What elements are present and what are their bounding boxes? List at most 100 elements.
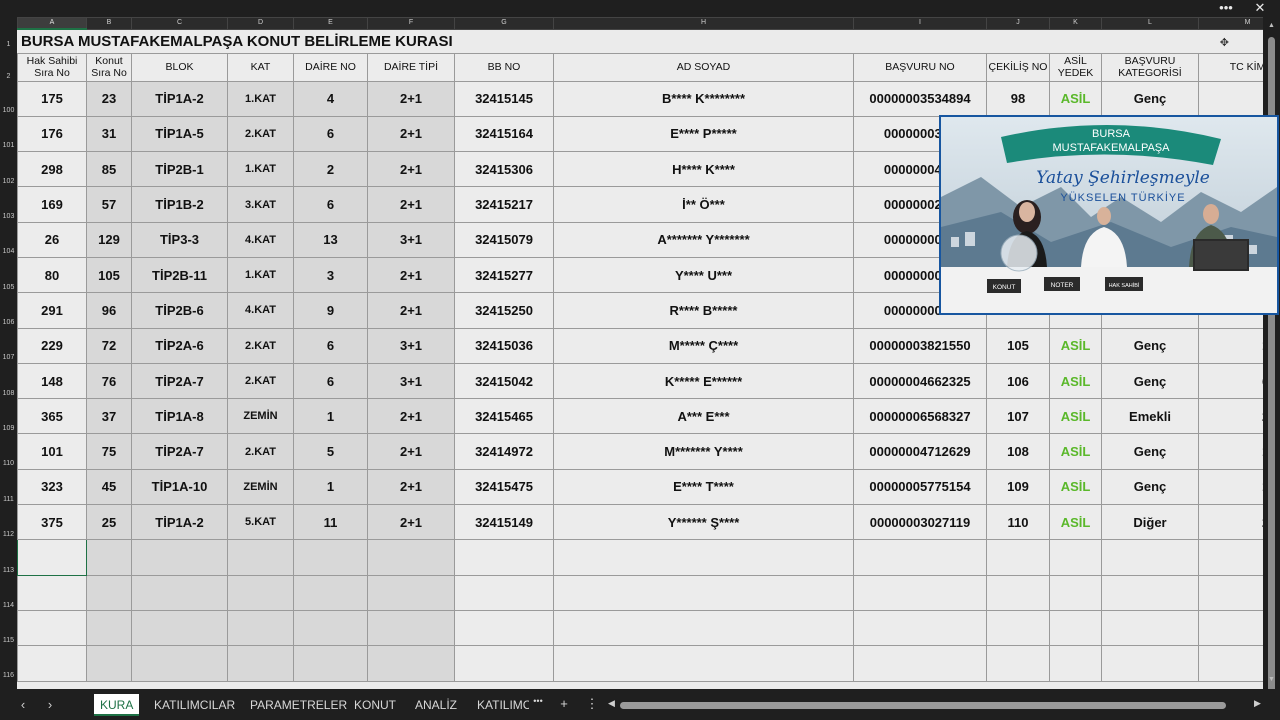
empty-cell[interactable] — [553, 645, 854, 682]
table-cell[interactable]: M******* Y**** — [553, 433, 854, 470]
empty-cell[interactable] — [131, 645, 228, 682]
table-header-cell[interactable]: BB NO — [454, 52, 554, 82]
table-cell[interactable]: 3+1 — [367, 221, 455, 258]
empty-cell[interactable] — [17, 609, 87, 647]
table-cell[interactable]: 2994* — [1198, 504, 1263, 541]
table-cell[interactable]: 00000003534894 — [853, 80, 987, 117]
table-cell[interactable]: Genç — [1101, 468, 1199, 506]
table-cell[interactable]: 3.KAT — [227, 186, 294, 223]
table-cell[interactable]: TİP1A-8 — [131, 398, 228, 435]
table-cell[interactable]: 32414972 — [454, 433, 554, 470]
row-number[interactable]: 107 — [0, 354, 17, 361]
column-header[interactable]: H — [553, 17, 854, 30]
table-header-cell[interactable]: DAİRE NO — [293, 52, 368, 82]
row-number[interactable]: 2 — [0, 73, 17, 80]
table-cell[interactable]: 1.KAT — [227, 256, 294, 294]
table-cell[interactable]: 3 — [293, 256, 368, 294]
table-cell[interactable]: 32415036 — [454, 327, 554, 364]
table-cell[interactable]: 2+1 — [367, 504, 455, 541]
table-cell[interactable]: TİP2A-6 — [131, 327, 228, 364]
table-cell[interactable]: 31 — [86, 115, 132, 153]
empty-cell[interactable] — [1049, 609, 1102, 647]
table-cell[interactable]: 2+1 — [367, 468, 455, 506]
column-header[interactable]: I — [853, 17, 987, 30]
table-cell[interactable]: 23 — [86, 80, 132, 117]
table-cell[interactable]: 2.KAT — [227, 433, 294, 470]
table-cell[interactable]: 32415079 — [454, 221, 554, 258]
row-number[interactable]: 106 — [0, 319, 17, 326]
table-cell[interactable]: 2+1 — [367, 292, 455, 329]
table-cell[interactable]: 2+1 — [367, 256, 455, 294]
table-header-cell[interactable]: DAİRE TİPİ — [367, 52, 455, 82]
table-cell[interactable]: 32415277 — [454, 256, 554, 294]
horizontal-scrollbar[interactable]: ◀ ▶ — [608, 698, 1261, 709]
table-cell[interactable]: 32415306 — [454, 151, 554, 188]
table-cell[interactable]: 2+1 — [367, 186, 455, 223]
empty-cell[interactable] — [367, 574, 455, 611]
tab-konut[interactable]: KONUT — [348, 694, 402, 716]
row-number[interactable]: 115 — [0, 637, 17, 644]
empty-cell[interactable] — [454, 609, 554, 647]
empty-cell[interactable] — [1049, 645, 1102, 682]
table-cell[interactable]: TİP1B-2 — [131, 186, 228, 223]
column-header[interactable]: J — [986, 17, 1050, 30]
empty-cell[interactable] — [986, 609, 1050, 647]
scroll-left-icon[interactable]: ◀ — [608, 698, 615, 709]
table-cell[interactable]: Genç — [1101, 433, 1199, 470]
row-number[interactable]: 114 — [0, 602, 17, 609]
table-cell[interactable]: H**** K**** — [553, 151, 854, 188]
empty-cell[interactable] — [17, 574, 87, 611]
table-cell[interactable]: 1458* — [1198, 433, 1263, 470]
table-cell[interactable]: 129 — [86, 221, 132, 258]
table-cell[interactable]: ASİL — [1049, 398, 1102, 435]
column-header[interactable]: K — [1049, 17, 1102, 30]
row-number[interactable]: 111 — [0, 496, 17, 503]
table-cell[interactable]: 105 — [986, 327, 1050, 364]
table-header-cell[interactable]: BAŞVURU KATEGORİSİ — [1101, 52, 1199, 82]
close-icon[interactable]: ✕ — [1250, 0, 1270, 17]
table-cell[interactable]: 4 — [293, 80, 368, 117]
table-cell[interactable]: 6516* — [1198, 362, 1263, 400]
scroll-right-icon[interactable]: ▶ — [1254, 698, 1261, 709]
next-sheet-icon[interactable]: › — [41, 697, 59, 712]
table-cell[interactable]: E**** P***** — [553, 115, 854, 153]
empty-cell[interactable] — [553, 609, 854, 647]
table-cell[interactable]: TİP3-3 — [131, 221, 228, 258]
table-cell[interactable]: 4.KAT — [227, 221, 294, 258]
table-cell[interactable]: 6 — [293, 327, 368, 364]
table-cell[interactable]: TİP2B-6 — [131, 292, 228, 329]
empty-cell[interactable] — [1198, 609, 1263, 647]
table-cell[interactable]: 106 — [986, 362, 1050, 400]
table-cell[interactable]: 375 — [17, 504, 87, 541]
column-header[interactable]: L — [1101, 17, 1199, 30]
empty-cell[interactable] — [986, 645, 1050, 682]
empty-cell[interactable] — [86, 645, 132, 682]
table-cell[interactable]: Genç — [1101, 327, 1199, 364]
table-cell[interactable]: 32415475 — [454, 468, 554, 506]
table-cell[interactable]: Y**** U*** — [553, 256, 854, 294]
table-cell[interactable]: 76 — [86, 362, 132, 400]
table-cell[interactable]: 101 — [17, 433, 87, 470]
column-header[interactable]: D — [227, 17, 294, 30]
empty-cell[interactable] — [86, 539, 132, 576]
table-header-cell[interactable]: Konut Sıra No — [86, 52, 132, 82]
table-cell[interactable]: 291 — [17, 292, 87, 329]
table-cell[interactable]: 80 — [17, 256, 87, 294]
empty-cell[interactable] — [17, 645, 87, 682]
empty-cell[interactable] — [853, 574, 987, 611]
table-cell[interactable]: TİP1A-2 — [131, 504, 228, 541]
table-cell[interactable]: TİP2A-7 — [131, 433, 228, 470]
table-cell[interactable]: 85 — [86, 151, 132, 188]
empty-cell[interactable] — [553, 539, 854, 576]
table-cell[interactable]: 32415217 — [454, 186, 554, 223]
table-header-cell[interactable]: BLOK — [131, 52, 228, 82]
row-number[interactable]: 102 — [0, 178, 17, 185]
row-number[interactable]: 105 — [0, 284, 17, 291]
table-cell[interactable]: 3+1 — [367, 362, 455, 400]
tab-parametreler[interactable]: PARAMETRELER — [244, 694, 353, 716]
table-cell[interactable]: 6 — [293, 115, 368, 153]
empty-cell[interactable] — [1198, 539, 1263, 576]
table-cell[interactable]: 00000003821550 — [853, 327, 987, 364]
table-cell[interactable]: 11 — [293, 504, 368, 541]
empty-cell[interactable] — [454, 645, 554, 682]
